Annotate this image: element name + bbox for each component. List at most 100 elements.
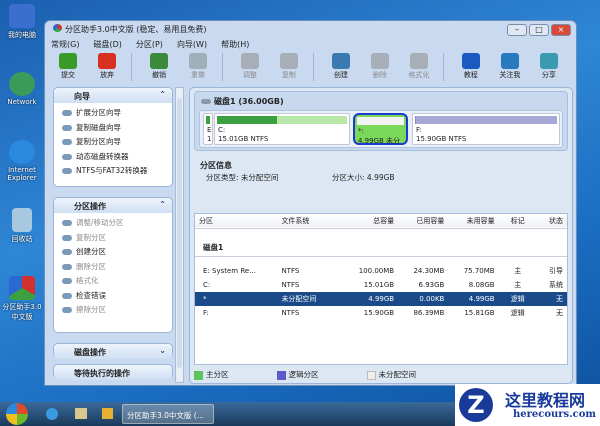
media-taskbar-icon[interactable] [102,408,113,419]
collapse-icon[interactable]: ⌃ [159,200,166,209]
scrollbar-thumb[interactable] [177,98,182,368]
desktop-icon-partition-assistant[interactable]: 分区助手3.0中文版 [2,276,42,322]
table-cell: 无 [556,295,563,303]
partition-block[interactable]: C: 15.01GB NTFS [214,113,350,145]
toolbar-separator [222,53,223,81]
toolbar-button-format[interactable]: 格式化 [402,51,436,83]
usage-bar [357,117,404,125]
column-header[interactable]: 状态 [537,214,567,228]
table-cell: 主 [514,267,522,275]
app-icon [53,24,62,32]
create-icon [331,53,350,69]
toolbar-separator [131,53,132,81]
desktop-icon-network[interactable]: Network [2,72,42,106]
window-title: 分区助手3.0中文版 (稳定、易用且免费) [53,24,207,35]
toolbar-button-copy[interactable]: 复制 [272,51,306,83]
table-cell: 4.99GB [368,295,395,303]
table-cell: 15.01GB [363,281,395,289]
column-header[interactable]: 总容量 [348,214,398,228]
toolbar-button-delete[interactable]: 删除 [363,51,397,83]
menu-wizard[interactable]: 向导(W) [177,39,207,50]
partition-ops-header[interactable]: 分区操作 ⌃ [54,198,172,213]
minimize-button[interactable]: – [507,24,527,36]
x-icon [98,53,117,69]
legend-logical: 逻辑分区 [276,369,319,380]
toolbar-button-x[interactable]: 放弃 [90,51,124,83]
expand-icon[interactable]: ⌄ [159,346,166,355]
table-row[interactable]: * 未分配空间 4.99GB 0.00KB 4.99GB 逻辑 无 [195,292,567,306]
wizard-item[interactable]: NTFS与FAT32转换器 [54,164,172,179]
legend-primary: 主分区 [194,369,229,380]
partition-op-item[interactable]: 复制分区 [54,231,172,246]
toolbar-button-help[interactable]: 教程 [454,51,488,83]
close-button[interactable]: × [551,24,571,36]
table-row[interactable]: E: System Re... NTFS 100.00MB 24.30MB 75.70M… [195,264,567,278]
column-header[interactable]: 标记 [499,214,537,228]
toolbar-button-redo[interactable]: 重做 [181,51,215,83]
toolbar-button-share[interactable]: 分享 [532,51,566,83]
usage-fill [415,116,417,124]
table-cell: 引导 [549,267,563,275]
wizard-item[interactable]: 复制分区向导 [54,135,172,150]
ie-icon [9,140,35,164]
disk-group-label: 磁盘1 [195,228,567,257]
table-cell: 逻辑 [510,309,525,317]
toolbar-button-create[interactable]: 创建 [324,51,358,83]
taskbar-app-button[interactable]: 分区助手3.0中文版 (... [122,404,214,424]
disk-map-title: 磁盘1 (36.00GB) [201,96,284,107]
disk-ops-panel[interactable]: 磁盘操作 ⌄ [53,343,173,359]
toolbar-separator [312,53,314,81]
ie-taskbar-icon[interactable] [46,408,58,420]
table-row[interactable]: F: NTFS 15.90GB 86.39MB 15.81GB 逻辑 无 [195,306,567,320]
toolbar-separator [442,53,444,81]
partition-op-item[interactable]: 格式化 [54,274,172,289]
partition-op-item[interactable]: 删除分区 [54,260,172,275]
menu-help[interactable]: 帮助(H) [221,39,249,50]
usage-bar [206,116,210,124]
usage-bar [217,116,347,124]
partition-ops-panel: 分区操作 ⌃ 调整/移动分区 复制分区 创建分区 删除分区 格式化 检查错误 擦除分区 [53,197,173,333]
toolbar: 提交 放弃 撤销 重做 调整 复制 创建 删除 格式化 教程 关注我 分享 [51,51,571,83]
partition-block[interactable]: F: 15.90GB NTFS [412,113,560,145]
menu-general[interactable]: 常规(G) [51,39,79,50]
wizard-panel-header[interactable]: 向导 ⌃ [54,88,172,103]
partition-op-item[interactable]: 创建分区 [54,245,172,260]
table-cell: NTFS [281,267,300,275]
desktop-icon-computer[interactable]: 我的电脑 [2,4,42,40]
watermark-logo: Z [459,388,493,422]
column-header[interactable]: 未用容量 [448,214,498,228]
usage-bar [415,116,557,124]
toolbar-button-follow[interactable]: 关注我 [493,51,527,83]
desktop-icon-ie[interactable]: Internet Explorer [2,140,42,182]
toolbar-button-resize[interactable]: 调整 [233,51,267,83]
menu-disk[interactable]: 磁盘(D) [93,39,121,50]
table-cell: NTFS [281,309,300,317]
table-row[interactable]: C: NTFS 15.01GB 6.93GB 8.08GB 主 系统 [195,278,567,292]
legend-unallocated: 未分配空间 [366,369,416,380]
column-header[interactable]: 已用容量 [398,214,448,228]
toolbar-button-undo[interactable]: 撤销 [142,51,176,83]
partition-op-item[interactable]: 调整/移动分区 [54,216,172,231]
partition-block[interactable]: E1 [203,113,213,145]
collapse-icon[interactable]: ⌃ [159,90,166,99]
wizard-item[interactable]: 复制磁盘向导 [54,121,172,136]
explorer-taskbar-icon[interactable] [75,408,87,419]
desktop-icon-recycle[interactable]: 回收站 [2,208,42,244]
network-icon [9,72,35,96]
pending-ops-panel[interactable]: 等待执行的操作 [53,364,173,380]
table-cell: 4.99GB [468,295,495,303]
start-button[interactable] [6,403,28,425]
wizard-item[interactable]: 动态磁盘转换器 [54,150,172,165]
partition-op-item[interactable]: 擦除分区 [54,303,172,318]
sidebar-scrollbar[interactable] [175,87,184,383]
column-header[interactable]: 分区 [195,214,277,228]
menu-partition[interactable]: 分区(P) [136,39,163,50]
column-header[interactable]: 文件系统 [277,214,347,228]
maximize-button[interactable]: □ [529,24,549,36]
partition-block-selected[interactable]: *: 4.99GB 未分 [353,113,408,145]
partition-op-item[interactable]: 检查错误 [54,289,172,304]
table-cell: 6.93GB [418,281,445,289]
toolbar-button-check[interactable]: 提交 [51,51,85,83]
wizard-item[interactable]: 扩展分区向导 [54,106,172,121]
table-cell: 逻辑 [510,295,525,303]
